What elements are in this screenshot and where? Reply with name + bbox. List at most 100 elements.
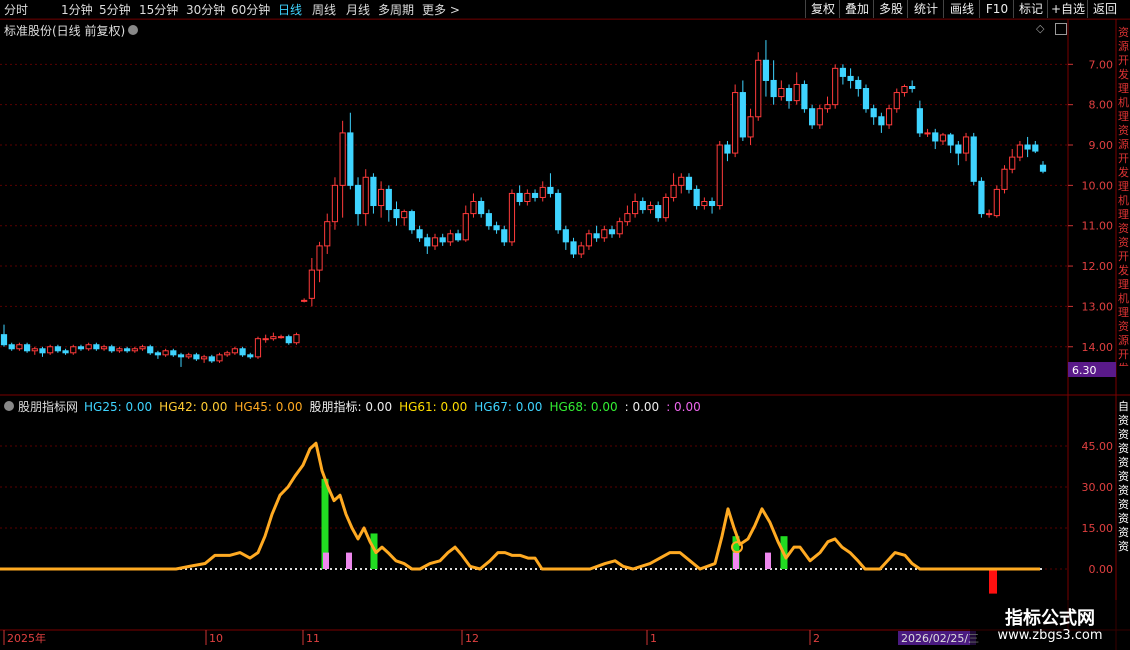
candle-body	[793, 83, 800, 102]
candle-body	[77, 346, 85, 350]
candle-body	[555, 192, 562, 231]
candle-body	[986, 213, 993, 216]
candle-body	[147, 346, 154, 354]
time-tick-label: 2025年	[7, 631, 46, 645]
candle-body	[247, 354, 254, 358]
candle-body	[909, 86, 916, 90]
candle-body	[108, 346, 115, 352]
candle-body	[231, 348, 238, 354]
candle-body	[570, 241, 577, 255]
candle-body	[578, 245, 585, 255]
candle-body	[470, 201, 477, 215]
candle-body	[224, 352, 231, 356]
time-tick-label: 2	[813, 632, 820, 645]
candle-body	[362, 176, 369, 215]
candle-body	[70, 346, 77, 354]
candle-body	[193, 354, 200, 360]
candle-body	[100, 346, 108, 350]
candle-body	[485, 213, 492, 227]
price-tick-label: 7.00	[1089, 58, 1114, 71]
candle-body	[47, 346, 54, 354]
price-tick-label: 10.00	[1082, 179, 1114, 192]
candle-body	[947, 134, 954, 146]
candle-body	[508, 192, 516, 243]
candle-body	[678, 176, 685, 186]
candle-body	[462, 213, 469, 241]
candle-body	[216, 354, 223, 362]
candle-body	[932, 132, 939, 142]
time-tick-label: 1	[650, 632, 657, 645]
candle-body	[177, 354, 185, 358]
price-tick-label: 8.00	[1089, 99, 1114, 112]
candle-body	[277, 336, 285, 339]
candle-body	[832, 67, 839, 106]
candle-body	[185, 354, 192, 358]
candle-body	[1001, 168, 1008, 190]
candle-body	[431, 237, 439, 247]
candle-body	[685, 176, 693, 190]
candle-body	[378, 188, 385, 207]
watermark-title: 指标公式网	[1005, 608, 1095, 629]
candle-body	[631, 201, 639, 215]
candle-body	[970, 136, 977, 182]
candle-body	[385, 188, 392, 211]
candle-body	[701, 201, 708, 207]
candle-body	[739, 92, 746, 138]
candle-body	[762, 59, 770, 81]
candle-body	[855, 79, 862, 90]
candle-body	[816, 108, 823, 126]
candle-body	[31, 348, 38, 352]
time-tick-label: 10	[209, 632, 223, 645]
candle-body	[54, 346, 61, 352]
candle-body	[424, 237, 431, 247]
candle-body	[93, 344, 100, 350]
indicator-tick-label: 30.00	[1082, 481, 1114, 494]
candle-body	[539, 186, 546, 198]
candle-body	[201, 356, 208, 360]
candle-body	[16, 344, 23, 350]
candle-body	[639, 201, 646, 211]
signal-pink-bar	[346, 552, 352, 569]
candle-body	[416, 229, 423, 239]
candle-body	[501, 229, 508, 243]
candle-body	[547, 186, 554, 194]
candle-body	[39, 348, 46, 354]
current-price-tag: 6.30	[1072, 364, 1097, 377]
candle-body	[339, 132, 346, 186]
candle-body	[755, 59, 762, 118]
candle-body	[562, 229, 569, 243]
price-tick-label: 13.00	[1082, 300, 1114, 313]
candle-body	[1009, 156, 1016, 170]
candle-body	[124, 348, 131, 352]
candle-body	[732, 92, 739, 154]
candle-body	[724, 144, 731, 154]
candle-body	[254, 338, 262, 358]
candle-body	[301, 299, 308, 302]
indicator-tick-label: 15.00	[1082, 522, 1114, 535]
candle-body	[770, 79, 777, 98]
candle-body	[239, 348, 246, 356]
candle-body	[531, 192, 539, 198]
candle-body	[778, 88, 785, 98]
candle-body	[270, 336, 277, 340]
candle-body	[693, 188, 700, 207]
candle-body	[324, 221, 331, 247]
candle-body	[293, 334, 300, 344]
kline-chart: 14.0013.0012.0011.0010.009.008.007.006.3…	[0, 18, 1130, 650]
indicator-line	[0, 441, 1040, 571]
candle-body	[916, 108, 923, 134]
price-tick-label: 14.00	[1082, 341, 1114, 354]
candle-body	[262, 338, 269, 341]
candle-body	[170, 350, 177, 356]
candle-body	[447, 233, 454, 243]
candle-body	[85, 344, 92, 350]
candle-body	[955, 144, 962, 154]
candle-body	[116, 348, 123, 352]
candle-body	[208, 356, 215, 362]
candle-body	[1016, 144, 1024, 158]
candle-body	[978, 180, 985, 215]
candle-body	[308, 269, 315, 299]
candle-body	[616, 221, 623, 235]
watermark-box: 指标公式网 www.zbgs3.com	[970, 600, 1130, 650]
candle-body	[939, 134, 947, 142]
